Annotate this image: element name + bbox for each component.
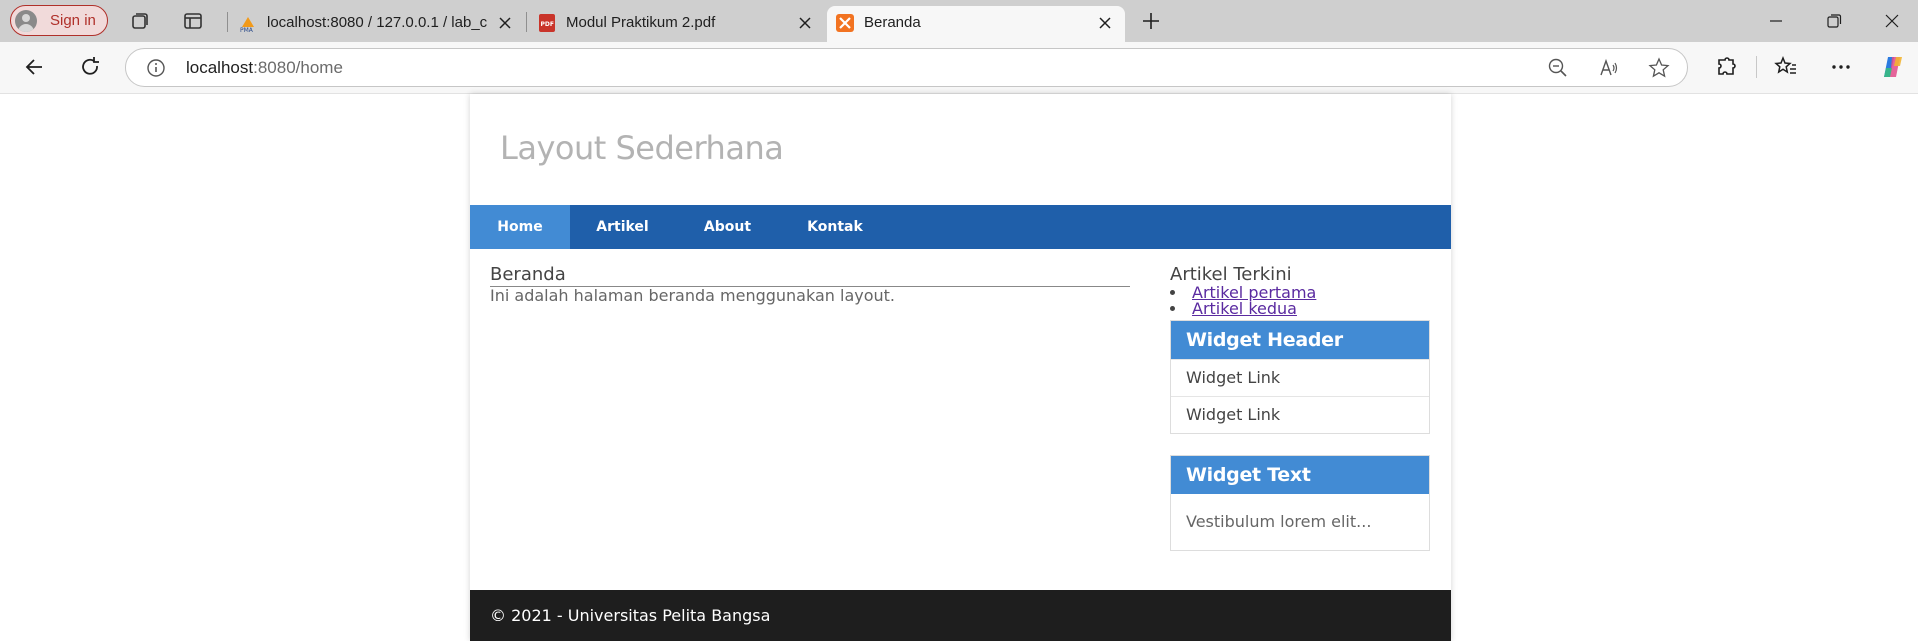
close-icon[interactable] (797, 15, 813, 31)
nav-home[interactable]: Home (470, 205, 570, 249)
widget-header: Widget Header (1171, 321, 1429, 359)
page-viewport: Layout Sederhana Home Artikel About Kont… (0, 94, 1918, 641)
widget-links: Widget Header Widget Link Widget Link (1170, 320, 1430, 434)
content-heading: Beranda (490, 265, 1130, 287)
site-header: Layout Sederhana (470, 94, 1451, 205)
minimize-icon[interactable] (1765, 10, 1787, 32)
pdf-icon: PDF (537, 13, 557, 33)
svg-text:PDF: PDF (541, 21, 554, 28)
more-menu-icon[interactable] (1828, 54, 1854, 80)
zoom-out-icon[interactable] (1547, 57, 1569, 79)
widget-text: Widget Text Vestibulum lorem elit... (1170, 455, 1430, 551)
tab-beranda[interactable]: Beranda (827, 6, 1125, 42)
footer-text: © 2021 - Universitas Pelita Bangsa (490, 606, 771, 625)
article-link[interactable]: Artikel kedua (1192, 299, 1297, 318)
widget-link[interactable]: Widget Link (1171, 396, 1429, 433)
workspaces-icon[interactable] (129, 10, 151, 32)
phpmyadmin-icon: PMA (238, 13, 258, 34)
tab-pdf[interactable]: PDF Modul Praktikum 2.pdf (529, 6, 825, 42)
sidebar: Artikel Terkini Artikel pertama Artikel … (1170, 265, 1430, 317)
site-container: Layout Sederhana Home Artikel About Kont… (470, 94, 1451, 641)
nav-artikel[interactable]: Artikel (570, 205, 675, 249)
tab-strip: Sign in PMA localhost:8080 / 127.0.0.1 /… (0, 0, 1918, 42)
new-tab-icon[interactable] (1140, 10, 1162, 32)
address-bar[interactable]: localhost:8080/home (125, 48, 1688, 87)
sign-in-button[interactable]: Sign in (10, 5, 108, 36)
back-icon[interactable] (22, 54, 48, 80)
content-text: Ini adalah halaman beranda menggunakan l… (490, 286, 896, 305)
tab-title: Modul Praktikum 2.pdf (566, 14, 716, 31)
svg-text:PMA: PMA (240, 27, 254, 33)
widget-body-text: Vestibulum lorem elit... (1186, 512, 1372, 531)
favorite-star-icon[interactable] (1648, 57, 1670, 79)
address-url: localhost:8080/home (186, 58, 343, 78)
restore-icon[interactable] (1823, 10, 1845, 32)
close-window-icon[interactable] (1881, 10, 1903, 32)
tab-title: localhost:8080 / 127.0.0.1 / lab_ci4 (267, 14, 487, 31)
site-info-icon[interactable] (146, 58, 166, 78)
tab-title: Beranda (864, 14, 921, 31)
address-path: :8080/home (253, 58, 343, 77)
tab-separator (227, 12, 228, 32)
refresh-icon[interactable] (77, 54, 103, 80)
site-footer: © 2021 - Universitas Pelita Bangsa (470, 590, 1451, 641)
widget-link[interactable]: Widget Link (1171, 359, 1429, 396)
nav-about[interactable]: About (675, 205, 780, 249)
tab-actions-icon[interactable] (182, 10, 204, 32)
main-content: Beranda Ini adalah halaman beranda mengg… (490, 265, 1130, 305)
list-item: Artikel kedua (1170, 301, 1430, 317)
sidebar-heading: Artikel Terkini (1170, 264, 1292, 285)
profile-avatar-icon (15, 10, 37, 32)
nav-kontak[interactable]: Kontak (780, 205, 890, 249)
extensions-icon[interactable] (1713, 54, 1739, 80)
site-title: Layout Sederhana (500, 129, 784, 167)
read-aloud-icon[interactable] (1598, 57, 1620, 79)
browser-toolbar: localhost:8080/home (0, 42, 1918, 94)
tab-separator (526, 12, 527, 32)
tab-phpmyadmin[interactable]: PMA localhost:8080 / 127.0.0.1 / lab_ci4 (230, 6, 525, 42)
address-host: localhost (186, 58, 254, 77)
site-nav: Home Artikel About Kontak (470, 205, 1451, 249)
recent-articles-list: Artikel pertama Artikel kedua (1170, 285, 1430, 317)
toolbar-divider (1756, 56, 1757, 78)
close-icon[interactable] (1097, 15, 1113, 31)
widget-header: Widget Text (1171, 456, 1429, 494)
copilot-icon[interactable] (1880, 54, 1906, 80)
xampp-icon (835, 13, 855, 33)
close-icon[interactable] (497, 15, 513, 31)
favorites-icon[interactable] (1773, 54, 1799, 80)
sign-in-label: Sign in (50, 12, 96, 29)
